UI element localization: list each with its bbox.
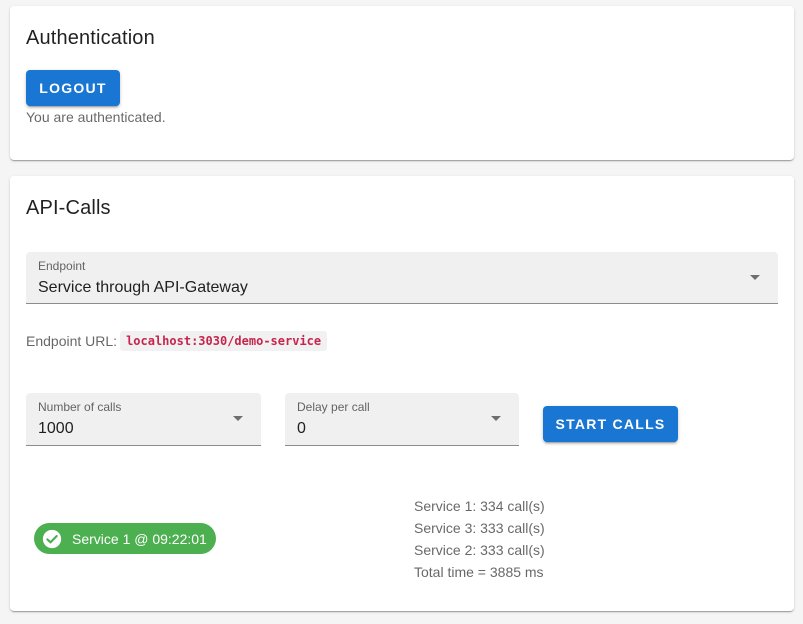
endpoint-select-value: Service through API-Gateway [38,279,248,296]
check-circle-icon [42,529,62,549]
total-time-line: Total time = 3885 ms [414,564,544,580]
delay-per-call-select[interactable]: Delay per call 0 [285,393,519,446]
endpoint-url-row: Endpoint URL: localhost:3030/demo-servic… [26,331,328,351]
start-calls-button[interactable]: START CALLS [543,406,678,442]
stat-line: Service 1: 334 call(s) [414,498,545,514]
logout-button[interactable]: LOGOUT [26,70,120,106]
authentication-card: Authentication LOGOUT You are authentica… [10,6,794,160]
call-statistics: Service 1: 334 call(s) Service 3: 333 ca… [414,495,545,583]
stat-line: Service 3: 333 call(s) [414,520,545,536]
arrow-drop-down-icon [491,416,501,421]
endpoint-select[interactable]: Endpoint Service through API-Gateway [26,252,778,304]
number-of-calls-value: 1000 [38,420,74,437]
endpoint-select-label: Endpoint [38,259,86,273]
arrow-drop-down-icon [233,416,243,421]
stat-line: Service 2: 333 call(s) [414,542,545,558]
endpoint-url-label: Endpoint URL: [26,333,118,349]
delay-per-call-label: Delay per call [297,400,370,414]
number-of-calls-label: Number of calls [38,400,122,414]
arrow-drop-down-icon [750,275,760,280]
delay-per-call-value: 0 [297,420,306,437]
api-calls-title: API-Calls [26,197,111,219]
api-calls-card: API-Calls Endpoint Service through API-G… [10,176,794,611]
service-result-chip: Service 1 @ 09:22:01 [34,523,216,554]
number-of-calls-select[interactable]: Number of calls 1000 [26,393,261,446]
service-result-label: Service 1 @ 09:22:01 [72,530,207,547]
auth-status-text: You are authenticated. [26,109,166,125]
authentication-title: Authentication [26,27,155,49]
endpoint-url-code: localhost:3030/demo-service [120,331,328,351]
